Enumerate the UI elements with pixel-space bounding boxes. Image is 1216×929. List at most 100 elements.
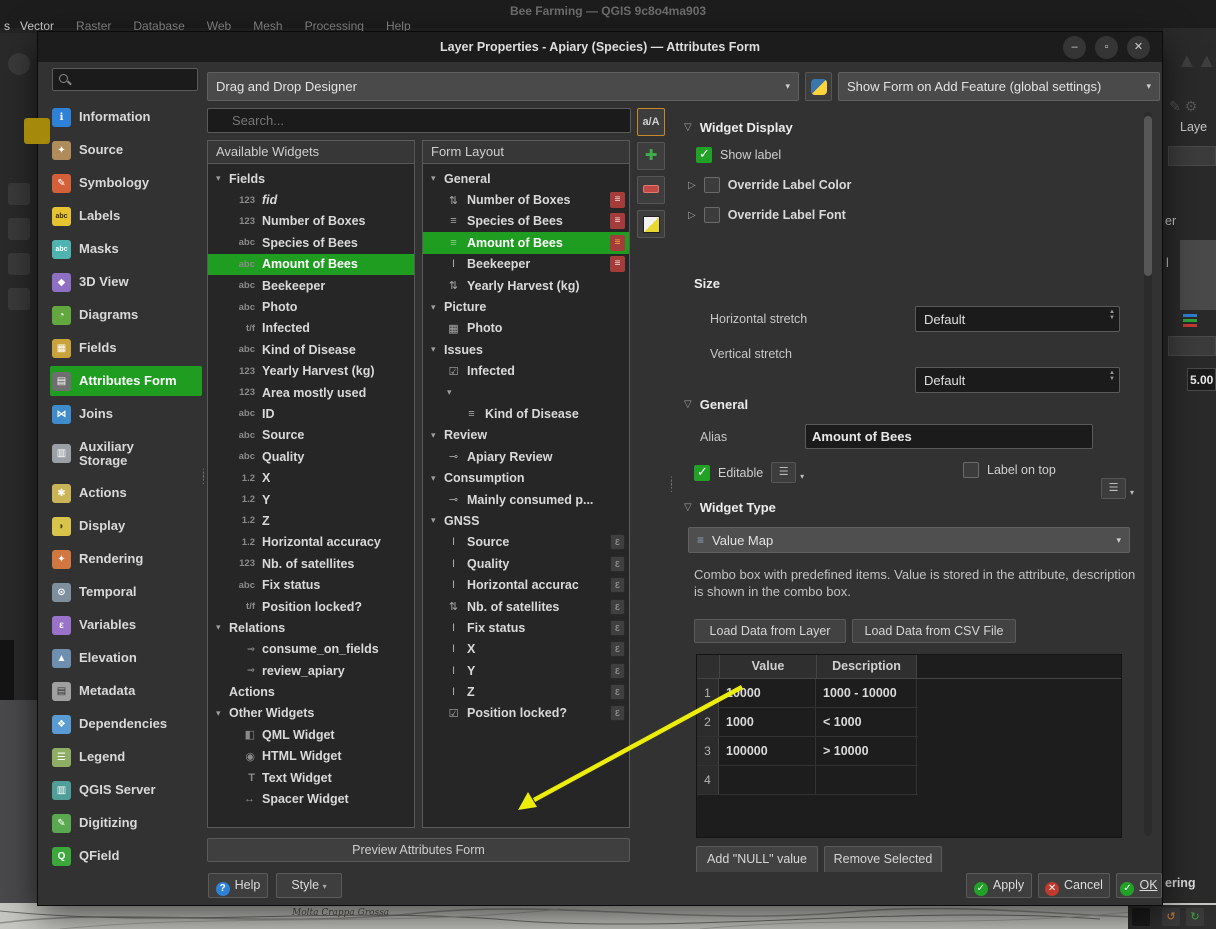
override-label-color-checkbox[interactable]: [704, 177, 720, 193]
layout-item-photo[interactable]: ▦Photo: [423, 318, 629, 339]
layout-group-consumption[interactable]: ▾Consumption: [423, 467, 629, 488]
tree-group-other-widgets[interactable]: ▾Other Widgets: [208, 703, 414, 724]
table-row[interactable]: 21000< 1000: [697, 708, 918, 737]
layout-item-horizontal-accuracy[interactable]: IHorizontal accuracε: [423, 574, 629, 595]
description-cell[interactable]: < 1000: [816, 708, 917, 736]
sidebar-item-rendering[interactable]: ✦Rendering: [50, 544, 202, 574]
show-form-select[interactable]: Show Form on Add Feature (global setting…: [838, 72, 1160, 101]
tree-item-consume-on-fields[interactable]: ⊸consume_on_fields: [208, 639, 414, 660]
layout-item-species-of-bees[interactable]: ≡Species of Bees≡: [423, 211, 629, 232]
sidebar-item-fields[interactable]: ▦Fields: [50, 333, 202, 363]
value-cell[interactable]: 1000: [719, 708, 816, 736]
tree-item-qml-widget[interactable]: ◧QML Widget: [208, 724, 414, 745]
sidebar-item-qfield[interactable]: QQField: [50, 841, 202, 871]
panel-splitter-handle[interactable]: ⋮⋮⋮: [667, 478, 676, 490]
widget-type-section-header[interactable]: ▽Widget Type: [684, 500, 776, 515]
layout-group-review[interactable]: ▾Review: [423, 425, 629, 446]
add-container-button[interactable]: ✚: [637, 142, 665, 170]
sidebar-item-attributes-form[interactable]: ▤Attributes Form: [50, 366, 202, 396]
layout-item-source[interactable]: ISourceε: [423, 532, 629, 553]
remove-selected-button[interactable]: Remove Selected: [824, 846, 942, 872]
tree-item-z[interactable]: 1.2Z: [208, 510, 414, 531]
alias-input[interactable]: [805, 424, 1093, 449]
tree-item-fix-status[interactable]: abcFix status: [208, 574, 414, 595]
python-init-button[interactable]: [805, 72, 832, 101]
undo-icon[interactable]: ↺: [1162, 908, 1180, 926]
sidebar-item-diagrams[interactable]: ◔Diagrams: [50, 300, 202, 330]
scrollbar-thumb[interactable]: [1144, 116, 1152, 276]
layout-item-z[interactable]: IZε: [423, 681, 629, 702]
label-on-top-checkbox[interactable]: [963, 462, 979, 478]
general-section-header[interactable]: ▽General: [684, 397, 748, 412]
widget-search-input[interactable]: [207, 108, 631, 133]
menu-mesh[interactable]: Mesh: [253, 19, 282, 33]
invert-selection-button[interactable]: [637, 210, 665, 238]
tree-item-spacer-widget[interactable]: ↔Spacer Widget: [208, 788, 414, 809]
layout-item-x[interactable]: IXε: [423, 639, 629, 660]
sidebar-item-information[interactable]: ℹInformation: [50, 102, 202, 132]
show-label-checkbox[interactable]: [696, 147, 712, 163]
layout-item-fix-status[interactable]: IFix statusε: [423, 617, 629, 638]
sidebar-item-labels[interactable]: abcLabels: [50, 201, 202, 231]
cancel-button[interactable]: ✕Cancel: [1038, 873, 1110, 898]
sidebar-item-actions[interactable]: ✱Actions: [50, 478, 202, 508]
tree-item-amount-of-bees[interactable]: abcAmount of Bees: [208, 254, 414, 275]
tree-item-x[interactable]: 1.2X: [208, 467, 414, 488]
sidebar-item-3d-view[interactable]: ◆3D View: [50, 267, 202, 297]
sidebar-item-dependencies[interactable]: ❖Dependencies: [50, 709, 202, 739]
tree-item-infected[interactable]: t/fInfected: [208, 318, 414, 339]
redo-icon[interactable]: ↻: [1186, 908, 1204, 926]
tree-item-yearly-harvest[interactable]: 123Yearly Harvest (kg): [208, 361, 414, 382]
layout-item-apiary-review[interactable]: ⊸Apiary Review: [423, 446, 629, 467]
ok-button[interactable]: ✓OK: [1116, 873, 1162, 898]
override-label-color-row[interactable]: ▷Override Label Color: [688, 177, 851, 193]
description-column-header[interactable]: Description: [817, 655, 917, 678]
layout-item-position-locked[interactable]: ☑Position locked?ε: [423, 703, 629, 724]
menu-web[interactable]: Web: [207, 19, 231, 33]
layout-item-nb-of-satellites[interactable]: ⇅Nb. of satellitesε: [423, 596, 629, 617]
layout-group-issues[interactable]: ▾Issues: [423, 339, 629, 360]
layout-item-number-of-boxes[interactable]: ⇅Number of Boxes≡: [423, 189, 629, 210]
sidebar-item-source[interactable]: ✦Source: [50, 135, 202, 165]
layout-item-beekeeper[interactable]: IBeekeeper≡: [423, 254, 629, 275]
tree-item-review-apiary[interactable]: ⊸review_apiary: [208, 660, 414, 681]
tree-item-number-of-boxes[interactable]: 123Number of Boxes: [208, 211, 414, 232]
toolbar-icon[interactable]: [8, 288, 30, 310]
tree-item-text-widget[interactable]: TText Widget: [208, 767, 414, 788]
sidebar-search-input[interactable]: [52, 68, 198, 91]
value-cell[interactable]: 100000: [719, 737, 816, 765]
spinner-arrows-icon[interactable]: ▲▼: [1109, 309, 1115, 321]
remove-item-button[interactable]: [637, 176, 665, 204]
sidebar-item-masks[interactable]: abcMasks: [50, 234, 202, 264]
preview-attributes-form-button[interactable]: Preview Attributes Form: [207, 838, 630, 862]
table-row[interactable]: 3100000> 10000: [697, 737, 918, 766]
tree-item-beekeeper[interactable]: abcBeekeeper: [208, 275, 414, 296]
value-column-header[interactable]: Value: [720, 655, 817, 678]
tree-item-horizontal-accuracy[interactable]: 1.2Horizontal accuracy: [208, 532, 414, 553]
override-label-font-checkbox[interactable]: [704, 207, 720, 223]
tree-item-y[interactable]: 1.2Y: [208, 489, 414, 510]
tree-item-nb-of-satellites[interactable]: 123Nb. of satellites: [208, 553, 414, 574]
alias-override-button[interactable]: ☰: [1101, 478, 1126, 499]
tree-group-fields[interactable]: ▾Fields: [208, 168, 414, 189]
vertical-stretch-spinbox[interactable]: Default▲▼: [915, 367, 1120, 393]
sidebar-item-auxiliary-storage[interactable]: ▥Auxiliary Storage: [50, 432, 202, 475]
style-menu-button[interactable]: Style ▾: [276, 873, 342, 898]
tree-item-species-of-bees[interactable]: abcSpecies of Bees: [208, 232, 414, 253]
editable-checkbox[interactable]: [694, 465, 710, 481]
toolbar-icon[interactable]: [8, 253, 30, 275]
layout-item-mainly-consumed[interactable]: ⊸Mainly consumed p...: [423, 489, 629, 510]
tree-item-photo[interactable]: abcPhoto: [208, 296, 414, 317]
sidebar-item-variables[interactable]: εVariables: [50, 610, 202, 640]
layout-item-infected[interactable]: ☑Infected: [423, 361, 629, 382]
sidebar-item-joins[interactable]: ⋈Joins: [50, 399, 202, 429]
tree-item-id[interactable]: abcID: [208, 403, 414, 424]
active-tool-icon[interactable]: [24, 118, 50, 144]
toolbar-icon[interactable]: [8, 183, 30, 205]
sidebar-item-temporal[interactable]: ⊙Temporal: [50, 577, 202, 607]
maximize-button[interactable]: ▫: [1095, 36, 1118, 59]
toggle-alias-button[interactable]: a/A: [637, 108, 665, 136]
tree-group-relations[interactable]: ▾Relations: [208, 617, 414, 638]
sidebar-item-digitizing[interactable]: ✎Digitizing: [50, 808, 202, 838]
menu-processing[interactable]: Processing: [305, 19, 364, 33]
